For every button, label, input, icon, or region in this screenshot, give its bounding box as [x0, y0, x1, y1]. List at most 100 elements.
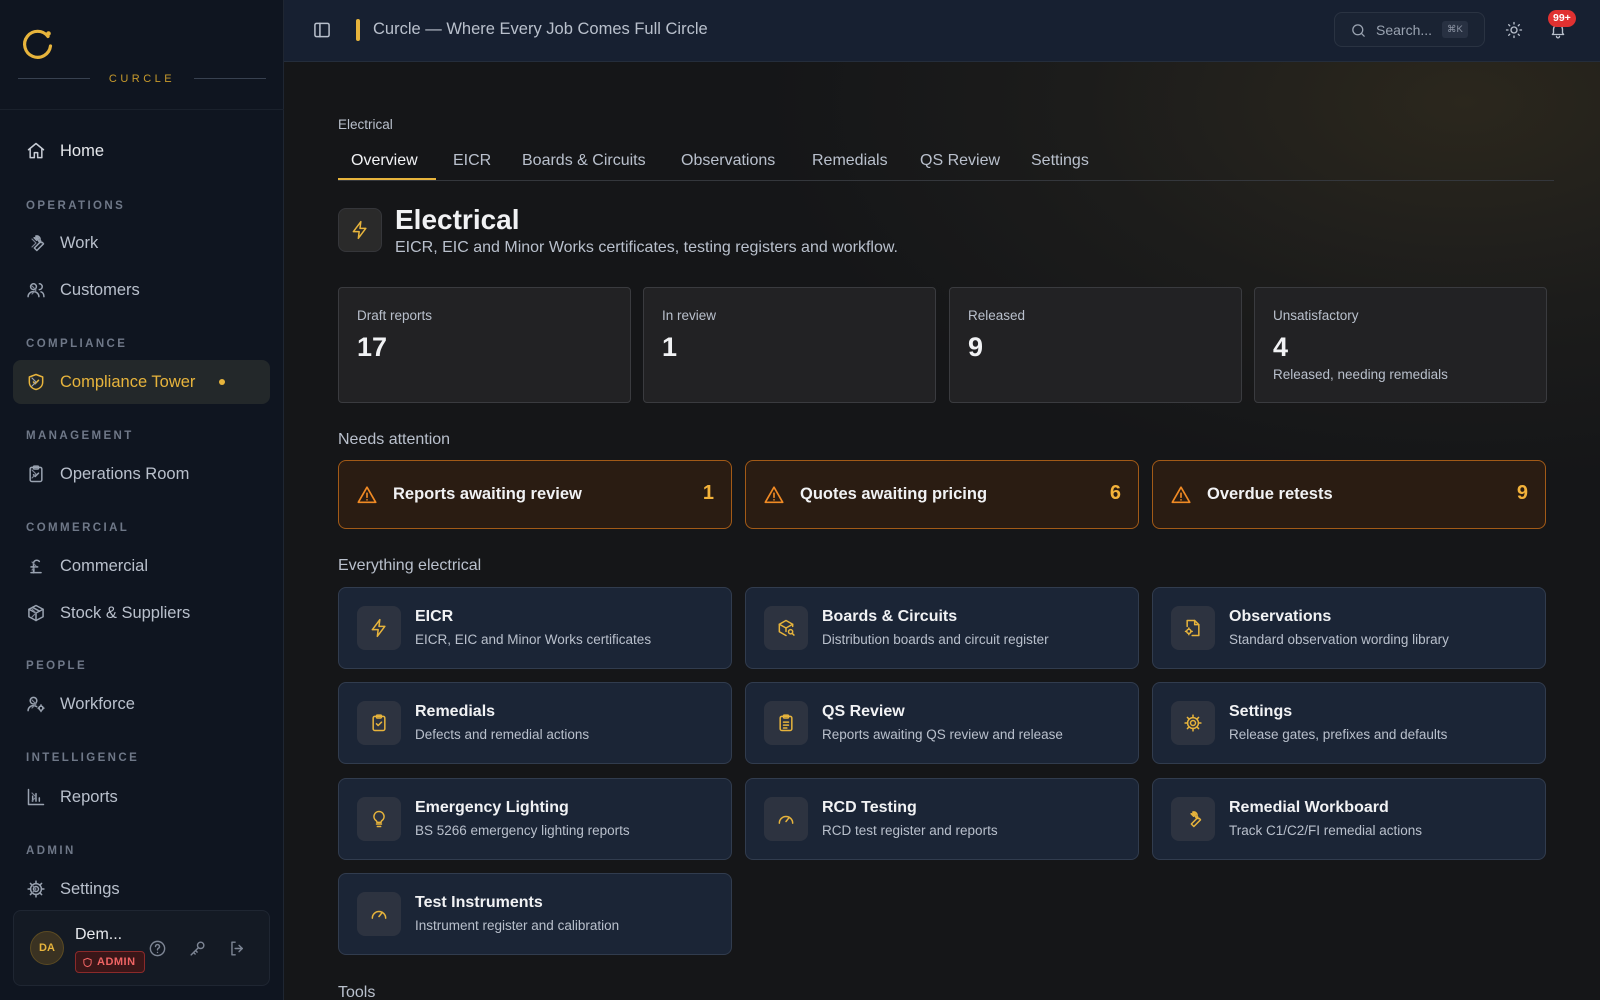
avatar[interactable]: DA [30, 931, 64, 965]
clipboard-list-icon [779, 714, 793, 732]
tab-remedials[interactable]: Remedials [812, 152, 888, 170]
module-card-remedial-workboard[interactable]: Remedial Workboard Track C1/C2/FI remedi… [1152, 778, 1546, 860]
help-button[interactable] [148, 939, 167, 958]
sidebar-toggle-button[interactable] [312, 20, 332, 40]
sidebar-item-customers[interactable]: Customers [13, 268, 270, 312]
stat-label: Released [968, 308, 1026, 323]
lightning-icon [352, 220, 367, 240]
card-subtitle: Defects and remedial actions [415, 727, 590, 742]
key-button[interactable] [188, 939, 207, 958]
sidebar-item-compliance-tower[interactable]: Compliance Tower [13, 360, 270, 404]
gauge-icon [371, 910, 387, 919]
gauge-icon [778, 815, 794, 824]
sidebar-item-label: Compliance Tower [60, 373, 196, 391]
gear-icon [1184, 714, 1202, 732]
card-icon [1171, 701, 1215, 745]
module-card-observations[interactable]: Observations Standard observation wordin… [1152, 587, 1546, 669]
card-title: Observations [1229, 608, 1332, 625]
sidebar-item-home[interactable]: Home [13, 129, 270, 173]
section-admin: ADMIN [26, 845, 76, 857]
stat-value: 17 [357, 332, 388, 362]
card-subtitle: Instrument register and calibration [415, 918, 620, 933]
sun-icon [1505, 21, 1523, 39]
section-title-tools: Tools [338, 984, 376, 1000]
sidebar-item-settings[interactable]: Settings [13, 867, 270, 911]
card-title: Boards & Circuits [822, 608, 958, 625]
user-name: Dem... [75, 926, 123, 943]
module-card-rcd-testing[interactable]: RCD Testing RCD test register and report… [745, 778, 1139, 860]
sidebar-item-stock-suppliers[interactable]: Stock & Suppliers [13, 591, 270, 635]
alert-overdue-retests[interactable]: Overdue retests 9 [1152, 460, 1546, 529]
stat-label: Draft reports [357, 308, 433, 323]
card-title: Remedials [415, 703, 496, 720]
sidebar-toggle-icon [314, 22, 330, 38]
help-circle-icon [149, 940, 166, 957]
wrench-icon [1190, 811, 1202, 828]
theme-toggle-button[interactable] [1505, 21, 1523, 39]
alert-quotes-awaiting-pricing[interactable]: Quotes awaiting pricing 6 [745, 460, 1139, 529]
sidebar-item-label: Stock & Suppliers [60, 604, 191, 622]
card-subtitle: BS 5266 emergency lighting reports [415, 823, 630, 838]
module-card-eicr[interactable]: EICR EICR, EIC and Minor Works certifica… [338, 587, 732, 669]
alert-label: Quotes awaiting pricing [800, 485, 988, 503]
curcle-logo-icon[interactable] [21, 27, 55, 61]
tab-observations[interactable]: Observations [681, 152, 775, 170]
stat-card-in-review[interactable]: In review 1 [643, 287, 936, 403]
sidebar-item-label: Work [60, 234, 99, 252]
tab-eicr[interactable]: EICR [453, 152, 491, 170]
app-title: Curcle — Where Every Job Comes Full Circ… [373, 20, 708, 38]
sidebar-item-work[interactable]: Work [13, 221, 270, 265]
chevron-right-icon [31, 884, 37, 894]
sidebar-item-label: Home [60, 142, 105, 160]
sidebar-item-commercial[interactable]: Commercial [13, 544, 270, 588]
main-content: Electrical Overview EICR Boards & Circui… [284, 62, 1600, 1000]
breadcrumb[interactable]: Electrical [338, 117, 393, 132]
tab-overview[interactable]: Overview [351, 152, 418, 170]
chevron-right-icon [31, 285, 37, 295]
page-icon [338, 208, 382, 252]
notification-count-badge: 99+ [1548, 10, 1576, 27]
section-commercial: COMMERCIAL [26, 522, 130, 534]
active-tab-underline [338, 178, 436, 180]
brand-name: CURCLE [108, 73, 176, 85]
stat-card-released[interactable]: Released 9 [949, 287, 1242, 403]
sidebar-item-label: Commercial [60, 557, 149, 575]
stat-card-unsatisfactory[interactable]: Unsatisfactory 4 Released, needing remed… [1254, 287, 1547, 403]
chevron-right-icon [31, 792, 37, 802]
tab-settings[interactable]: Settings [1031, 152, 1089, 170]
module-card-boards-circuits[interactable]: Boards & Circuits Distribution boards an… [745, 587, 1139, 669]
module-card-emergency-lighting[interactable]: Emergency Lighting BS 5266 emergency lig… [338, 778, 732, 860]
topbar: Curcle — Where Every Job Comes Full Circ… [284, 0, 1600, 62]
sidebar-item-workforce[interactable]: Workforce [13, 682, 270, 726]
search-input[interactable]: Search... ⌘K [1334, 12, 1485, 47]
lightbulb-icon [373, 810, 385, 828]
stat-value: 9 [968, 332, 984, 362]
alert-reports-awaiting-review[interactable]: Reports awaiting review 1 [338, 460, 732, 529]
card-icon [764, 797, 808, 841]
clipboard-check-icon [372, 714, 386, 732]
logout-button[interactable] [228, 939, 247, 958]
module-card-test-instruments[interactable]: Test Instruments Instrument register and… [338, 873, 732, 955]
stat-label: In review [662, 308, 717, 323]
sidebar-item-reports[interactable]: Reports [13, 775, 270, 819]
package-search-icon [778, 619, 795, 637]
chevron-right-icon [31, 561, 37, 571]
alert-label: Reports awaiting review [393, 485, 582, 503]
shortcut-hint: ⌘K [1442, 21, 1468, 38]
user-card: DA Dem... ADMIN [13, 910, 270, 986]
card-title: RCD Testing [822, 799, 917, 816]
module-card-settings[interactable]: Settings Release gates, prefixes and def… [1152, 682, 1546, 764]
tab-bar: Overview EICR Boards & Circuits Observat… [338, 140, 1554, 181]
sidebar-item-operations-room[interactable]: Operations Room [13, 452, 270, 496]
warning-icon [357, 486, 377, 504]
stat-card-draft[interactable]: Draft reports 17 [338, 287, 631, 403]
module-card-remedials[interactable]: Remedials Defects and remedial actions [338, 682, 732, 764]
card-subtitle: Standard observation wording library [1229, 632, 1449, 647]
sidebar-item-label: Operations Room [60, 465, 190, 483]
alert-count: 1 [702, 482, 714, 504]
tab-boards-circuits[interactable]: Boards & Circuits [522, 152, 646, 170]
alert-count: 9 [1516, 482, 1528, 504]
tab-qs-review[interactable]: QS Review [920, 152, 1000, 170]
module-card-qs-review[interactable]: QS Review Reports awaiting QS review and… [745, 682, 1139, 764]
sidebar-item-label: Workforce [60, 695, 135, 713]
